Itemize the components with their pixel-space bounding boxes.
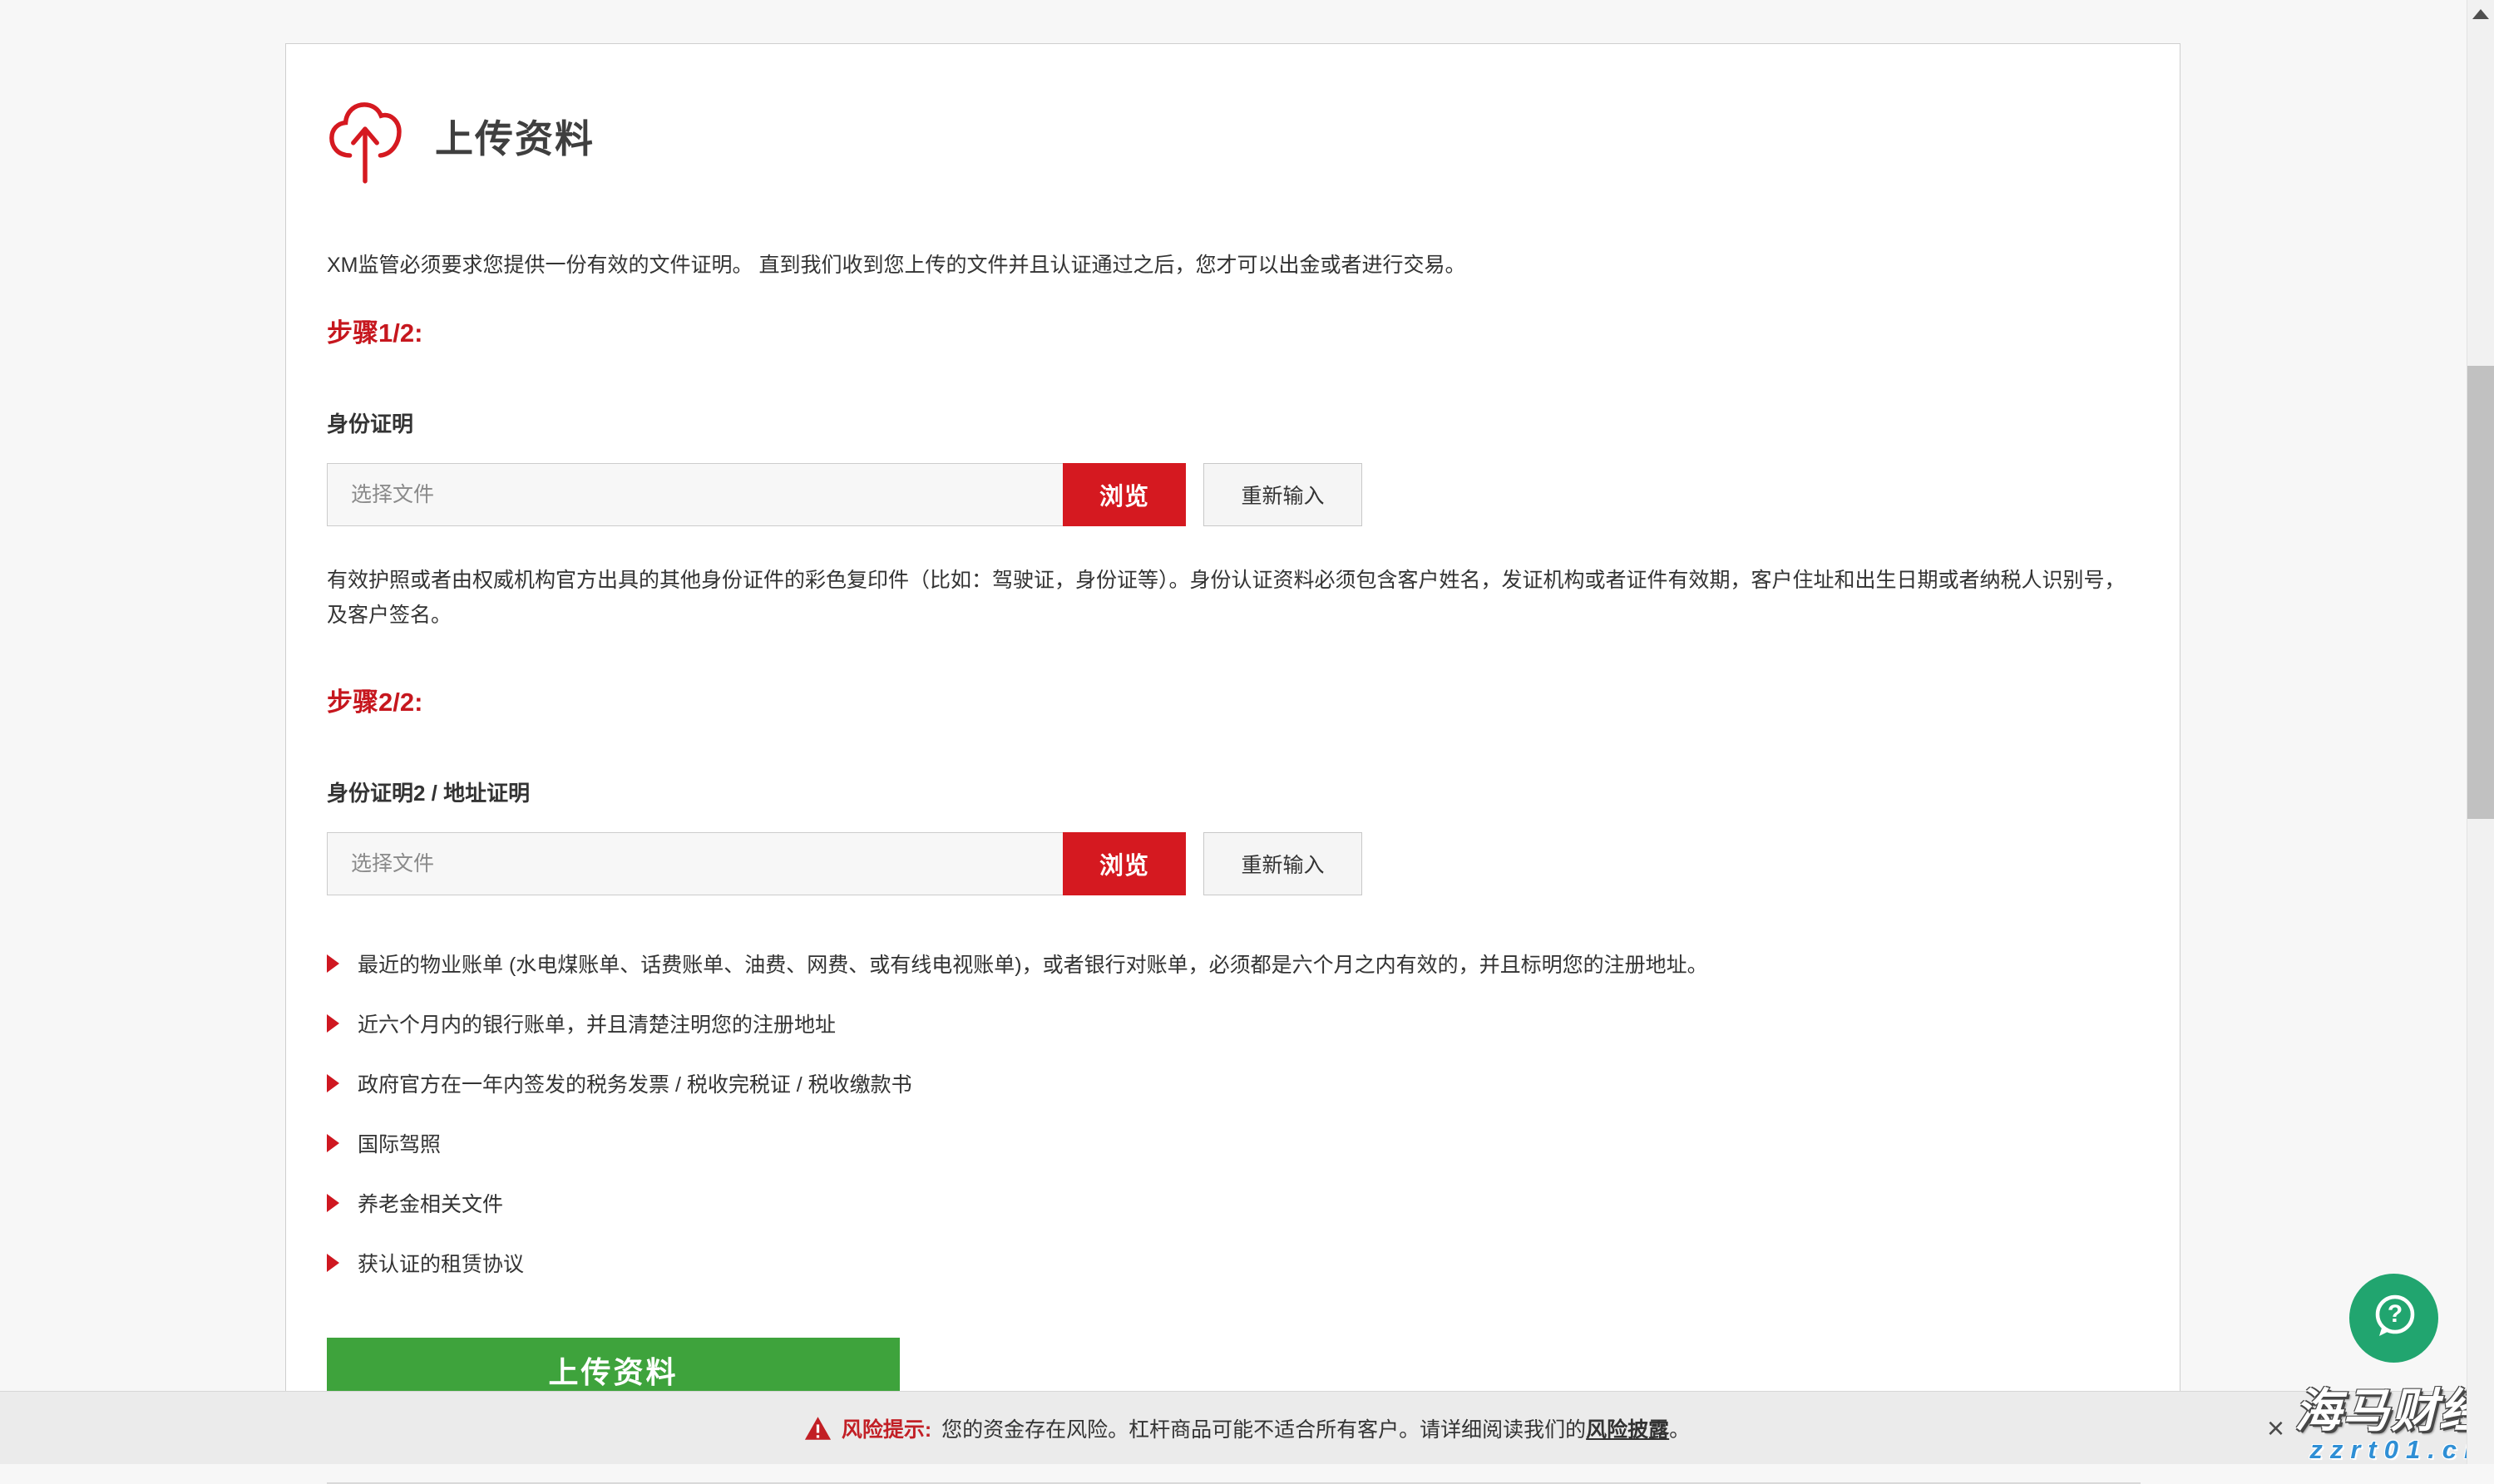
risk-disclosure-link[interactable]: 风险披露 bbox=[1586, 1418, 1669, 1442]
identity-proof-input-row: 浏览 重新输入 bbox=[327, 463, 2139, 526]
warning-triangle-icon bbox=[804, 1416, 832, 1441]
list-item: 近六个月内的银行账单，并且清楚注明您的注册地址 bbox=[327, 1008, 2139, 1038]
risk-warning-content: 风险提示: 您的资金存在风险。杠杆商品可能不适合所有客户。请详细阅读我们的风险披… bbox=[804, 1413, 1690, 1443]
list-item-text: 最近的物业账单 (水电煤账单、话费账单、油费、网费、或有线电视账单)，或者银行对… bbox=[358, 949, 1708, 979]
accepted-documents-list: 最近的物业账单 (水电煤账单、话费账单、油费、网费、或有线电视账单)，或者银行对… bbox=[327, 949, 2139, 1278]
svg-text:?: ? bbox=[2387, 1300, 2402, 1328]
help-chat-button[interactable]: ? bbox=[2349, 1274, 2438, 1363]
list-item: 获认证的租赁协议 bbox=[327, 1248, 2139, 1278]
close-icon[interactable]: × bbox=[2267, 1413, 2284, 1443]
list-item-text: 国际驾照 bbox=[358, 1128, 441, 1158]
step-2-heading: 步骤2/2: bbox=[327, 681, 2139, 718]
file-select-group: 浏览 bbox=[327, 832, 1186, 895]
risk-warning-bar: 风险提示: 您的资金存在风险。杠杆商品可能不适合所有客户。请详细阅读我们的风险披… bbox=[0, 1391, 2494, 1464]
scroll-up-icon[interactable] bbox=[2472, 9, 2489, 19]
list-item: 政府官方在一年内签发的税务发票 / 税收完税证 / 税收缴款书 bbox=[327, 1068, 2139, 1098]
page-scrollbar[interactable] bbox=[2467, 0, 2494, 1464]
page-title: 上传资料 bbox=[435, 109, 595, 164]
reset-button-1[interactable]: 重新输入 bbox=[1203, 463, 1362, 526]
address-proof-label: 身份证明2 / 地址证明 bbox=[327, 777, 2139, 807]
question-bubble-icon: ? bbox=[2368, 1290, 2421, 1346]
scrollbar-thumb[interactable] bbox=[2467, 366, 2494, 819]
list-item-text: 政府官方在一年内签发的税务发票 / 税收完税证 / 税收缴款书 bbox=[358, 1068, 912, 1098]
bullet-arrow-icon bbox=[327, 1254, 339, 1272]
step-1-heading: 步骤1/2: bbox=[327, 312, 2139, 349]
list-item-text: 近六个月内的银行账单，并且清楚注明您的注册地址 bbox=[358, 1008, 836, 1038]
risk-warning-text: 您的资金存在风险。杠杆商品可能不适合所有客户。请详细阅读我们的风险披露。 bbox=[941, 1413, 1690, 1443]
panel-header: 上传资料 bbox=[327, 87, 2139, 205]
browse-button-2[interactable]: 浏览 bbox=[1063, 832, 1186, 895]
list-item-text: 获认证的租赁协议 bbox=[358, 1248, 524, 1278]
file-select-input-1[interactable] bbox=[328, 464, 1064, 525]
list-item: 最近的物业账单 (水电煤账单、话费账单、油费、网费、或有线电视账单)，或者银行对… bbox=[327, 949, 2139, 979]
risk-message-suffix: 。 bbox=[1669, 1418, 1690, 1442]
intro-text: XM监管必须要求您提供一份有效的文件证明。 直到我们收到您上传的文件并且认证通过… bbox=[327, 249, 2139, 279]
bullet-arrow-icon bbox=[327, 1074, 339, 1092]
browse-button-1[interactable]: 浏览 bbox=[1063, 463, 1186, 526]
list-item: 国际驾照 bbox=[327, 1128, 2139, 1158]
identity-proof-label: 身份证明 bbox=[327, 407, 2139, 438]
file-select-group: 浏览 bbox=[327, 463, 1186, 526]
identity-proof-note: 有效护照或者由权威机构官方出具的其他身份证件的彩色复印件（比如：驾驶证，身份证等… bbox=[327, 563, 2131, 633]
risk-message: 您的资金存在风险。杠杆商品可能不适合所有客户。请详细阅读我们的 bbox=[941, 1418, 1586, 1442]
list-item: 养老金相关文件 bbox=[327, 1188, 2139, 1218]
risk-warning-label: 风险提示: bbox=[842, 1413, 931, 1443]
bullet-arrow-icon bbox=[327, 1134, 339, 1152]
address-proof-input-row: 浏览 重新输入 bbox=[327, 832, 2139, 895]
cloud-upload-icon bbox=[327, 87, 403, 189]
reset-button-2[interactable]: 重新输入 bbox=[1203, 832, 1362, 895]
bullet-arrow-icon bbox=[327, 1194, 339, 1212]
bullet-arrow-icon bbox=[327, 1014, 339, 1033]
bullet-arrow-icon bbox=[327, 954, 339, 973]
file-select-input-2[interactable] bbox=[328, 833, 1064, 895]
list-item-text: 养老金相关文件 bbox=[358, 1188, 503, 1218]
upload-panel: 上传资料 XM监管必须要求您提供一份有效的文件证明。 直到我们收到您上传的文件并… bbox=[285, 43, 2180, 1391]
